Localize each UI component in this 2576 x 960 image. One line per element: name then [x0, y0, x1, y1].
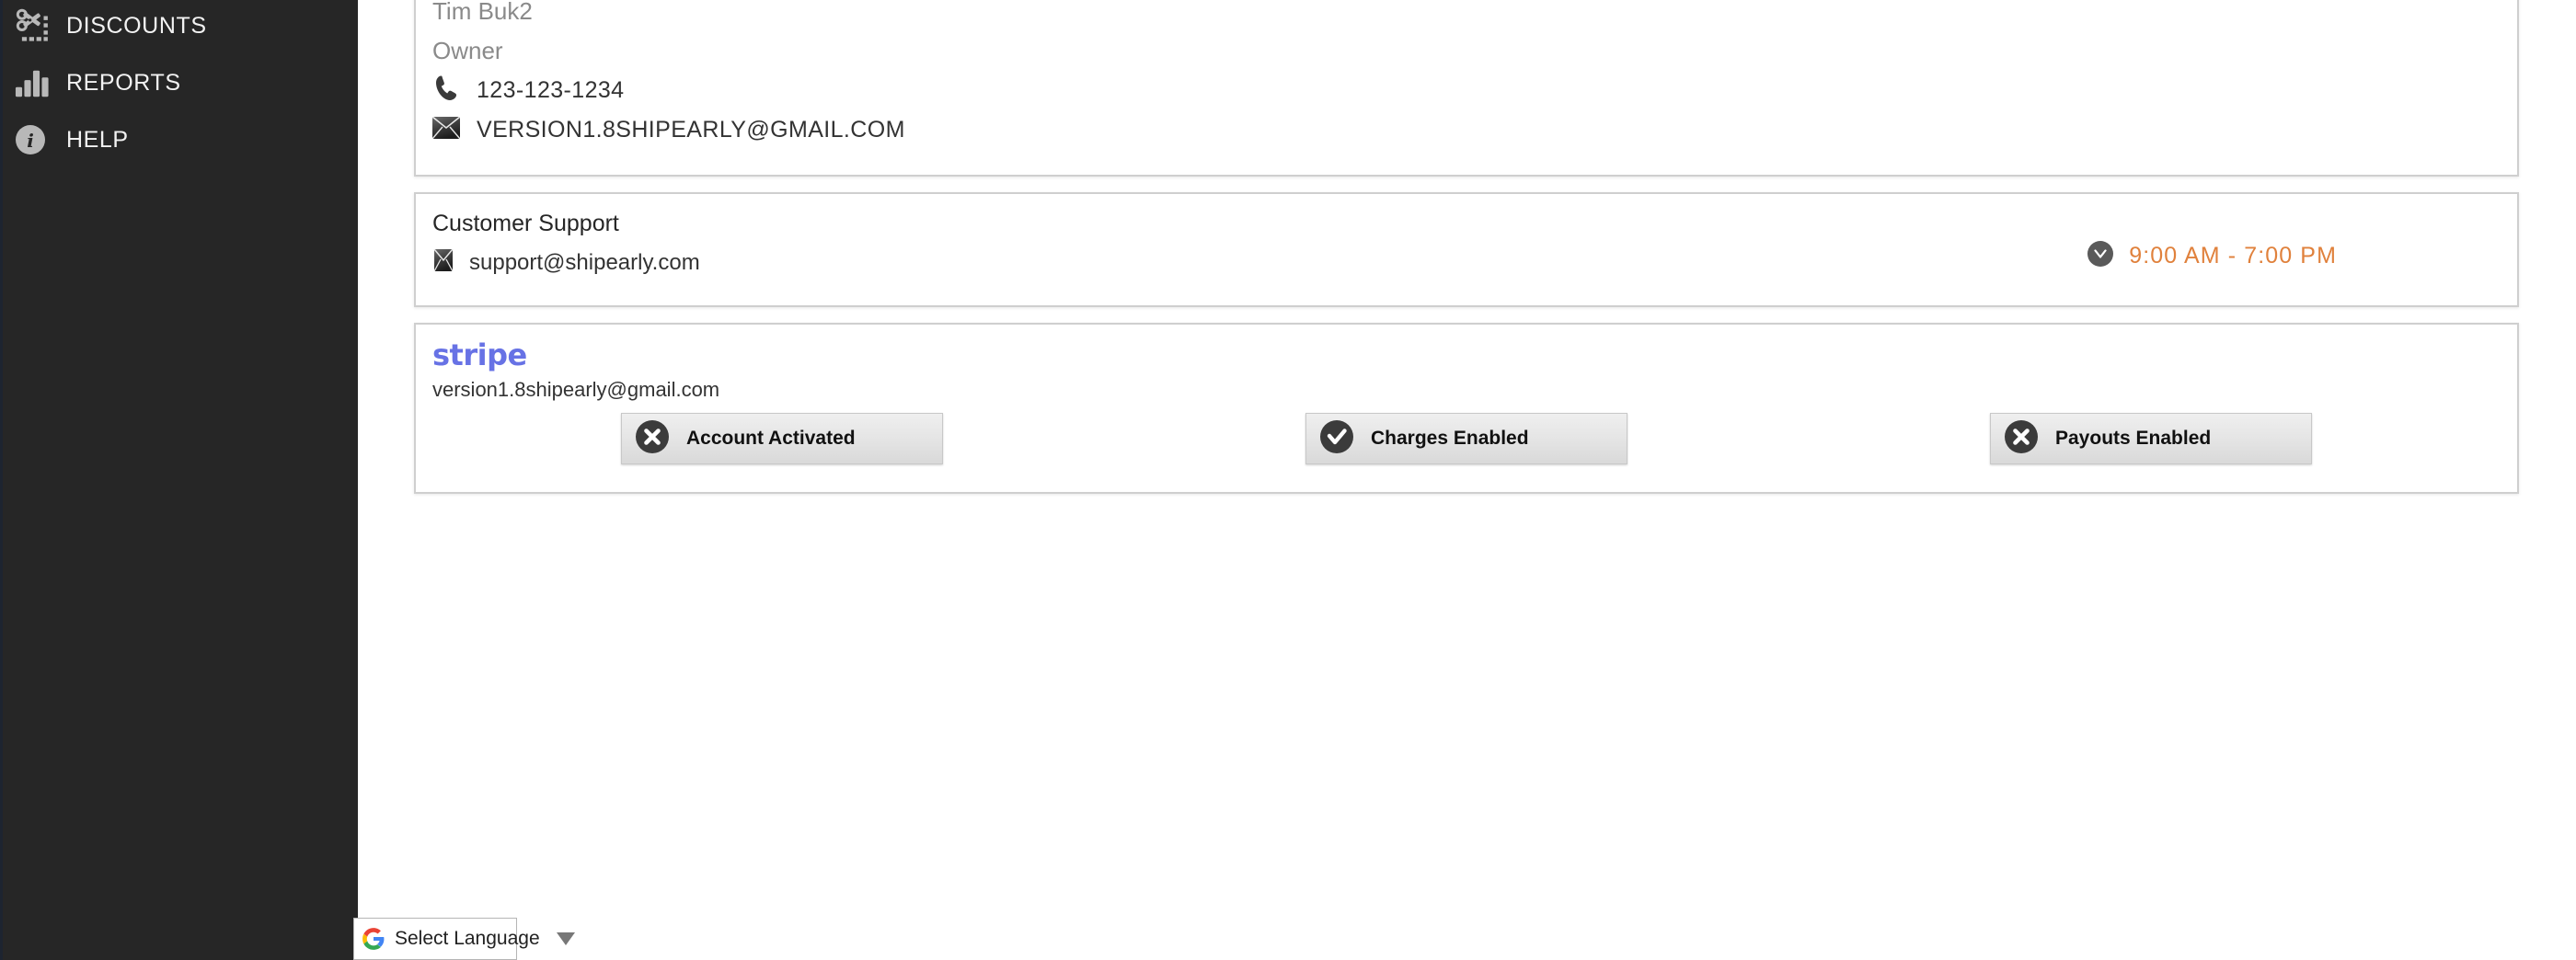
svg-text:i: i	[27, 130, 34, 152]
owner-role: Owner	[432, 37, 503, 64]
info-circle-icon: i	[15, 124, 66, 155]
phone-row: 123-123-1234	[432, 74, 625, 108]
sidebar-item-discounts[interactable]: DISCOUNTS	[0, 4, 358, 48]
status-badge-charges-enabled[interactable]: Charges Enabled	[1305, 413, 1627, 464]
bar-chart-icon	[15, 67, 66, 98]
email-row: VERSION1.8SHIPEARLY@GMAIL.COM	[431, 116, 905, 143]
clock-icon	[2087, 240, 2114, 272]
language-selector-label: Select Language	[395, 928, 540, 949]
owner-name: Tim Buk2	[432, 0, 533, 25]
x-circle-icon	[635, 419, 670, 459]
support-hours-row: 9:00 AM - 7:00 PM	[2087, 240, 2337, 272]
stripe-account-email: version1.8shipearly@gmail.com	[432, 378, 720, 401]
support-email: support@shipearly.com	[469, 249, 700, 275]
sidebar-item-label: HELP	[66, 126, 129, 153]
sidebar-item-reports[interactable]: REPORTS	[0, 61, 358, 105]
google-g-icon	[362, 927, 385, 951]
stripe-logo: stripe	[432, 337, 527, 372]
status-label: Payouts Enabled	[2055, 428, 2212, 449]
language-selector[interactable]: Select Language	[353, 918, 575, 960]
status-label: Account Activated	[686, 428, 856, 449]
support-hours: 9:00 AM - 7:00 PM	[2129, 243, 2337, 269]
email-address: VERSION1.8SHIPEARLY@GMAIL.COM	[477, 117, 905, 143]
customer-support-card: Customer Support support@shipearly.com 9…	[414, 192, 2519, 307]
main-content: Tim Buk2 Owner 123-123-1234 VERSION1.8SH…	[358, 0, 2576, 960]
stripe-status-list: Account Activated Charges Enabled Payout…	[416, 413, 2517, 464]
status-badge-payouts-enabled[interactable]: Payouts Enabled	[1990, 413, 2312, 464]
window-edge-strip	[0, 0, 3, 960]
check-circle-icon	[1319, 419, 1354, 459]
envelope-icon	[431, 116, 461, 143]
sidebar-item-label: DISCOUNTS	[66, 12, 207, 39]
sidebar-item-label: REPORTS	[66, 69, 181, 96]
section-title: Customer Support	[432, 211, 619, 236]
sidebar: DISCOUNTS REPORTS i HELP	[0, 0, 358, 960]
status-label: Charges Enabled	[1371, 428, 1529, 449]
profile-card: Tim Buk2 Owner 123-123-1234 VERSION1.8SH…	[414, 0, 2519, 177]
envelope-icon	[432, 248, 454, 276]
stripe-card: stripe version1.8shipearly@gmail.com Acc…	[414, 323, 2519, 494]
sidebar-item-help[interactable]: i HELP	[0, 118, 358, 162]
phone-icon	[432, 74, 460, 108]
status-badge-account-activated[interactable]: Account Activated	[621, 413, 943, 464]
scissors-coupon-icon	[15, 6, 66, 45]
chevron-down-icon[interactable]	[556, 932, 575, 945]
phone-number: 123-123-1234	[477, 77, 625, 103]
support-email-row: support@shipearly.com	[432, 248, 700, 276]
x-circle-icon	[2004, 419, 2039, 459]
